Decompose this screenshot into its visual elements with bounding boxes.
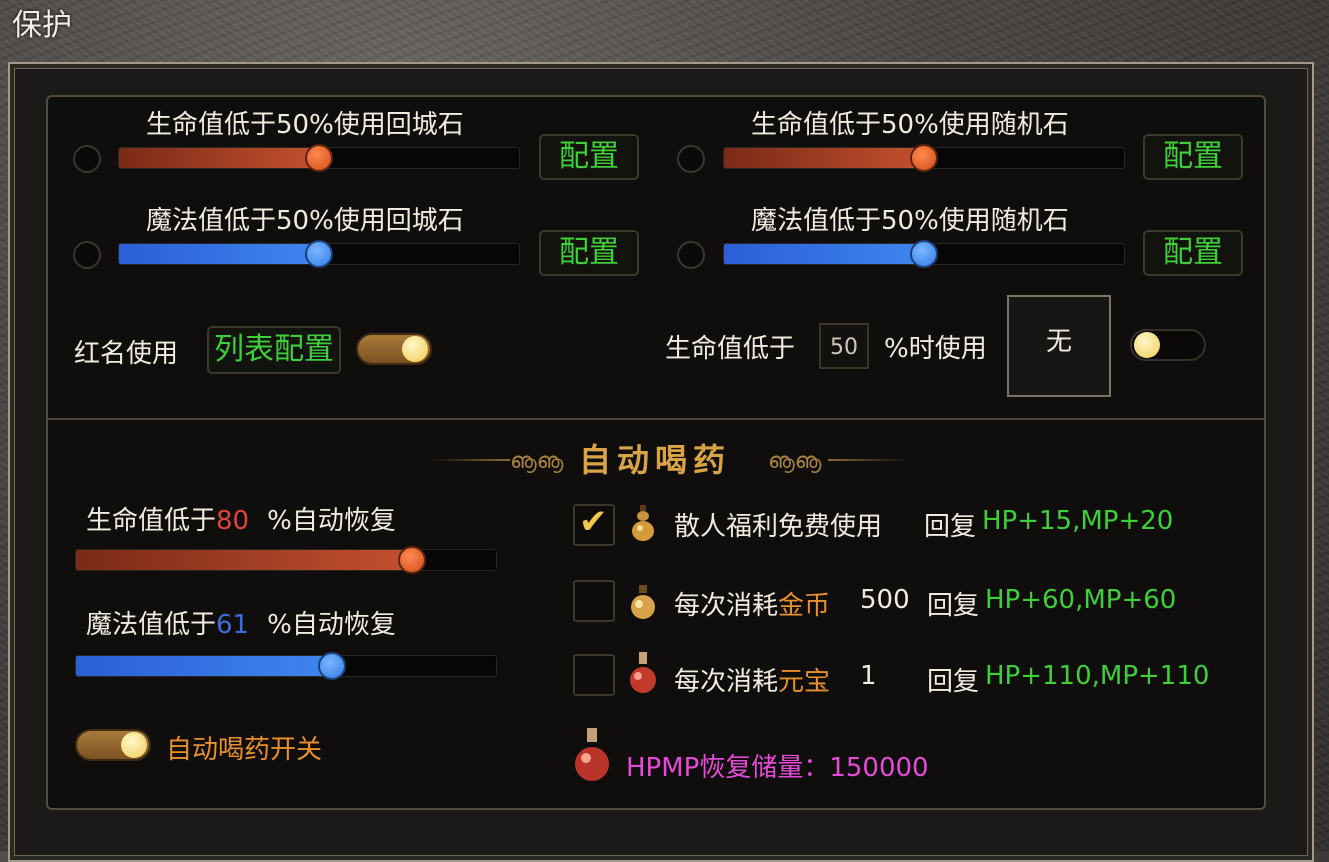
option-free-restore-label: 回复 <box>924 512 977 542</box>
toggle-knob <box>402 336 428 362</box>
hp-town-stone-config-button[interactable]: 配置 <box>539 134 639 180</box>
option-gold-restore-label: 回复 <box>927 591 980 621</box>
red-potion-icon <box>575 728 609 781</box>
hp-item-suffix-label: %时使用 <box>884 334 987 364</box>
hp-item-threshold-input[interactable]: 50 <box>819 323 869 369</box>
mp-random-stone-config-button[interactable]: 配置 <box>1143 230 1243 276</box>
auto-potion-toggle[interactable] <box>75 729 151 761</box>
red-name-toggle[interactable] <box>356 333 432 365</box>
red-flask-icon <box>630 652 656 693</box>
slider-fill <box>76 656 333 676</box>
auto-hp-value: 80 <box>216 506 250 536</box>
section-divider <box>48 418 1264 420</box>
auto-mp-prefix: 魔法值低于 <box>86 610 217 640</box>
gold-gourd-icon <box>632 505 654 541</box>
slider-knob[interactable] <box>910 144 938 172</box>
toggle-knob <box>1134 332 1160 358</box>
item-slot[interactable]: 无 <box>1007 295 1111 397</box>
option-free-checkbox[interactable]: ✔ <box>573 502 615 546</box>
auto-mp-label: 魔法值低于61 %自动恢复 <box>86 604 396 641</box>
auto-hp-slider[interactable] <box>75 546 497 574</box>
mp-random-stone-radio[interactable] <box>677 241 705 269</box>
red-name-label: 红名使用 <box>74 339 179 369</box>
option-yuanbao-checkbox[interactable] <box>573 654 615 696</box>
slider-knob[interactable] <box>305 240 333 268</box>
auto-mp-suffix: %自动恢复 <box>267 610 396 640</box>
check-icon: ✔ <box>579 502 608 542</box>
slider-fill <box>119 148 319 168</box>
hp-town-stone-label: 生命值低于50%使用回城石 <box>146 110 464 140</box>
hp-random-stone-label: 生命值低于50%使用随机石 <box>751 110 1069 140</box>
mp-random-stone-label: 魔法值低于50%使用随机石 <box>751 206 1069 236</box>
option-gold-amount: 500 <box>860 585 910 615</box>
slider-fill <box>76 550 412 570</box>
slider-knob[interactable] <box>305 144 333 172</box>
option-yuanbao-currency: 元宝 <box>778 667 831 697</box>
slider-fill <box>119 244 319 264</box>
option-gold-text: 每次消耗金币 <box>674 585 830 622</box>
hpmp-reserve-text: HPMP恢复储量：150000 <box>626 753 929 783</box>
auto-hp-suffix: %自动恢复 <box>267 506 396 536</box>
hp-random-stone-radio[interactable] <box>677 145 705 173</box>
option-gold-prefix: 每次消耗 <box>674 591 779 621</box>
hp-town-stone-radio[interactable] <box>73 145 101 173</box>
hp-random-stone-config-button[interactable]: 配置 <box>1143 134 1243 180</box>
option-free-text: 散人福利免费使用 <box>674 512 883 542</box>
option-yuanbao-prefix: 每次消耗 <box>674 667 779 697</box>
window-title: 保护 <box>12 8 72 43</box>
hp-item-toggle[interactable] <box>1130 329 1206 361</box>
auto-hp-prefix: 生命值低于 <box>86 506 217 536</box>
auto-potion-switch-label: 自动喝药开关 <box>166 735 323 765</box>
hp-town-stone-slider[interactable] <box>118 144 520 172</box>
option-gold-checkbox[interactable] <box>573 580 615 622</box>
slider-knob[interactable] <box>318 652 347 680</box>
auto-hp-label: 生命值低于80 %自动恢复 <box>86 500 396 537</box>
slider-knob[interactable] <box>910 240 938 268</box>
option-gold-restore: HP+60,MP+60 <box>985 585 1177 615</box>
auto-potion-title: 自动喝药 <box>578 441 731 479</box>
option-yuanbao-restore-label: 回复 <box>927 667 980 697</box>
option-yuanbao-text: 每次消耗元宝 <box>674 661 830 698</box>
mp-town-stone-label: 魔法值低于50%使用回城石 <box>146 206 464 236</box>
mp-random-stone-slider[interactable] <box>723 240 1125 268</box>
option-yuanbao-restore: HP+110,MP+110 <box>985 661 1210 691</box>
option-free-restore: HP+15,MP+20 <box>982 506 1174 536</box>
list-config-button[interactable]: 列表配置 <box>207 326 341 374</box>
gold-flask-icon <box>631 585 655 619</box>
slider-fill <box>724 244 924 264</box>
mp-town-stone-slider[interactable] <box>118 240 520 268</box>
slider-knob[interactable] <box>398 546 426 574</box>
toggle-knob <box>121 732 147 758</box>
mp-town-stone-config-button[interactable]: 配置 <box>539 230 639 276</box>
auto-mp-value: 61 <box>216 610 250 640</box>
mp-town-stone-radio[interactable] <box>73 241 101 269</box>
auto-mp-slider[interactable] <box>75 652 497 680</box>
hp-item-prefix-label: 生命值低于 <box>665 334 796 364</box>
option-yuanbao-amount: 1 <box>860 661 877 691</box>
option-gold-currency: 金币 <box>778 591 831 621</box>
hp-random-stone-slider[interactable] <box>723 144 1125 172</box>
slider-fill <box>724 148 924 168</box>
